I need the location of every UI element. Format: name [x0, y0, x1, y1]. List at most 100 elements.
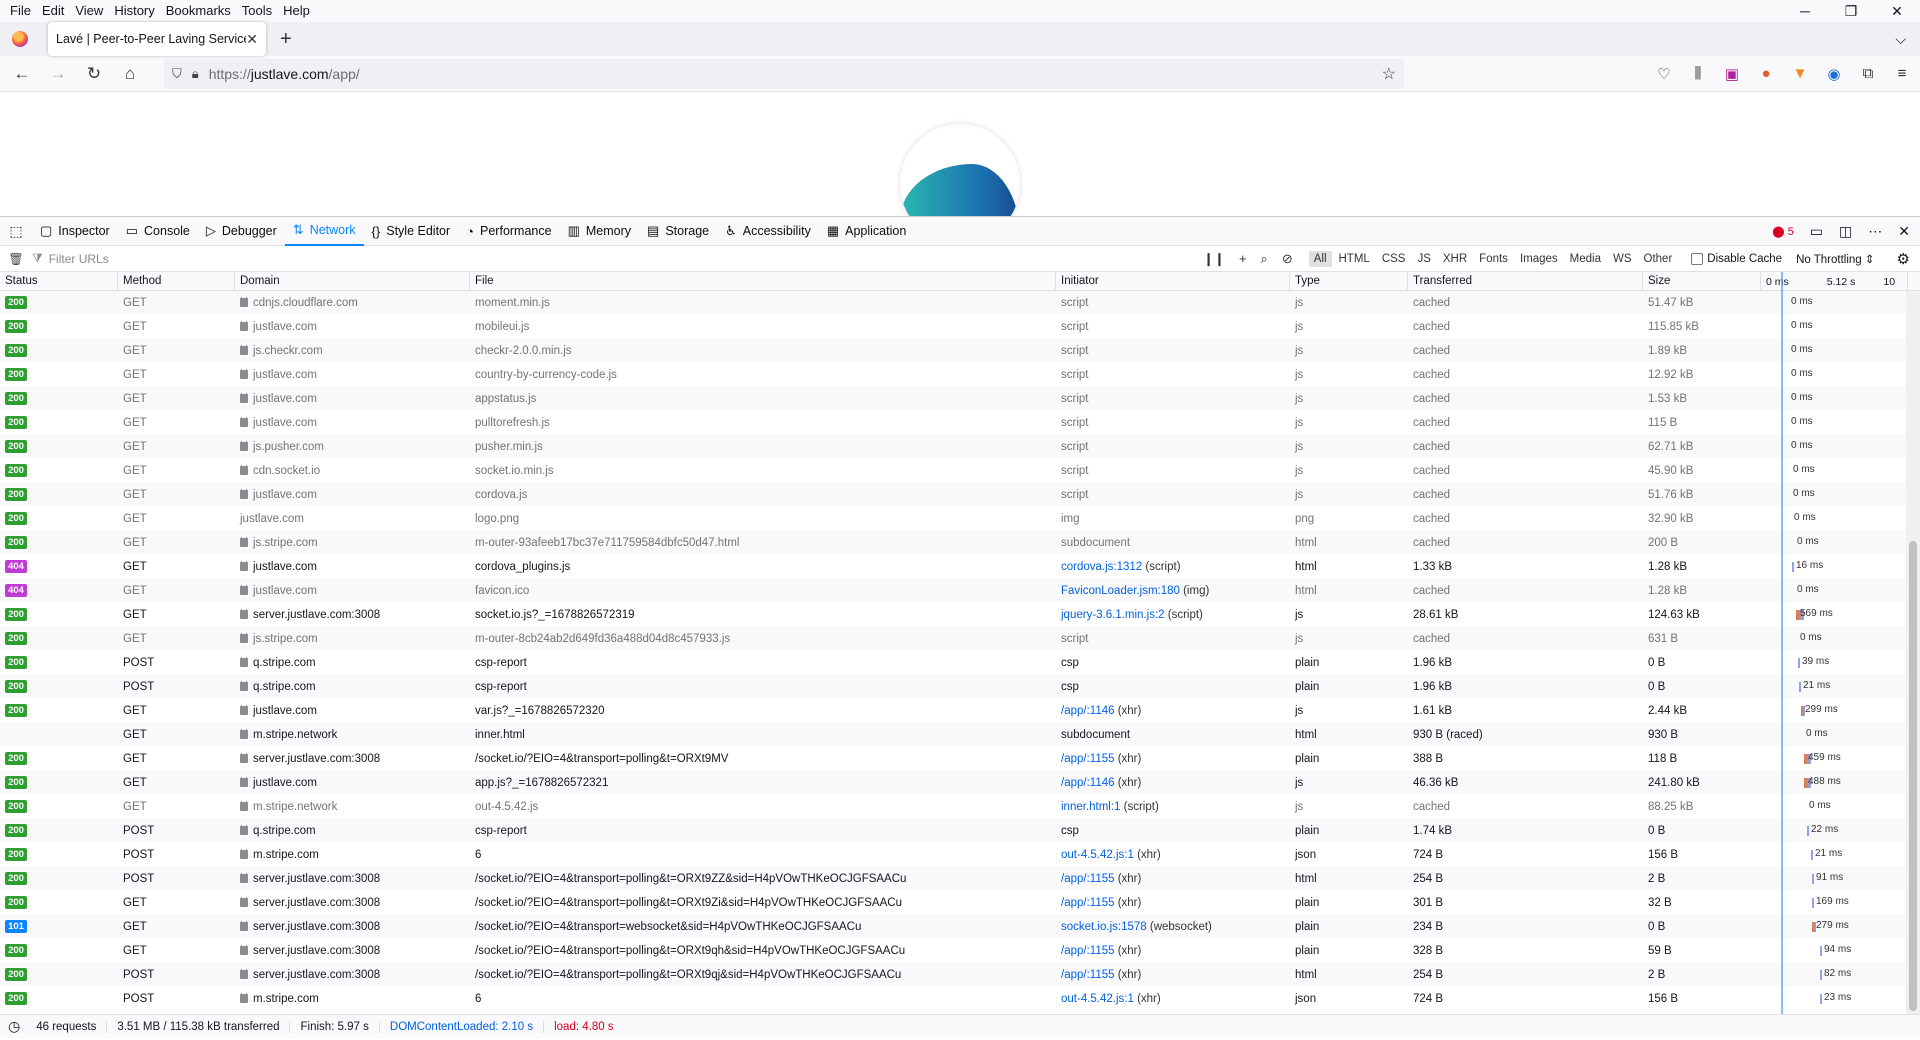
filter-css[interactable]: CSS: [1377, 251, 1411, 267]
restore-icon[interactable]: ❐: [1828, 3, 1874, 20]
lock-icon[interactable]: 🔒︎: [192, 66, 199, 82]
menu-bookmarks[interactable]: Bookmarks: [162, 1, 235, 21]
menu-view[interactable]: View: [71, 1, 107, 21]
reload-icon[interactable]: ↻: [80, 60, 108, 88]
close-window-icon[interactable]: ✕: [1874, 3, 1920, 20]
initiator-link[interactable]: socket.io.js:1578: [1061, 921, 1147, 933]
table-row[interactable]: 200 GET server.justlave.com:3008/socket.io…: [0, 747, 1920, 771]
dock-icon[interactable]: ◫: [1839, 223, 1852, 240]
tab-application[interactable]: ▦ Application: [819, 216, 914, 246]
filter-html[interactable]: HTML: [1334, 251, 1375, 267]
initiator-link[interactable]: /app/:1155: [1061, 753, 1115, 765]
tab-style-editor[interactable]: {} Style Editor: [364, 216, 459, 246]
menu-history[interactable]: History: [110, 1, 158, 21]
menu-help[interactable]: Help: [279, 1, 314, 21]
filter-xhr[interactable]: XHR: [1438, 251, 1472, 267]
table-row[interactable]: GET m.stripe.network inner.html subdocument…: [0, 723, 1920, 747]
filter-js[interactable]: JS: [1412, 251, 1435, 267]
table-row[interactable]: 200 POST q.stripe.com csp-report csp plain 1.7…: [0, 819, 1920, 843]
col-file[interactable]: File: [470, 272, 1056, 291]
firefox-icon[interactable]: [12, 31, 28, 47]
forward-icon[interactable]: →: [44, 60, 72, 88]
table-row[interactable]: 200 POST server.justlave.com:3008/socket.i…: [0, 963, 1920, 987]
chevron-down-icon[interactable]: ⌵: [1895, 31, 1906, 48]
initiator-link[interactable]: /app/:1155: [1061, 873, 1115, 885]
col-status[interactable]: Status: [0, 272, 118, 291]
more-options-icon[interactable]: ⋯: [1868, 223, 1882, 240]
filter-fonts[interactable]: Fonts: [1474, 251, 1513, 267]
extension-colorful-icon[interactable]: ▣: [1722, 65, 1742, 83]
table-row[interactable]: 200 POST q.stripe.com csp-report csp plain 1.9…: [0, 651, 1920, 675]
col-initiator[interactable]: Initiator: [1056, 272, 1290, 291]
bookmark-star-icon[interactable]: ☆: [1382, 64, 1396, 84]
extensions-icon[interactable]: ⧉: [1858, 65, 1878, 82]
table-row[interactable]: 200 GET justlave.com country-by-currency-co…: [0, 363, 1920, 387]
col-domain[interactable]: Domain: [235, 272, 470, 291]
shield-icon[interactable]: ⛉: [172, 66, 182, 82]
url-bar[interactable]: ⛉ 🔒︎ https://justlave.com/app/ ☆: [164, 58, 1404, 89]
initiator-link[interactable]: FaviconLoader.jsm:180: [1061, 585, 1180, 597]
table-row[interactable]: 200 GET justlave.com pulltorefresh.js script…: [0, 411, 1920, 435]
hamburger-menu-icon[interactable]: ≡: [1892, 65, 1912, 82]
table-row[interactable]: 200 GET m.stripe.network out-4.5.42.js inner…: [0, 795, 1920, 819]
filter-images[interactable]: Images: [1515, 251, 1563, 267]
gear-icon[interactable]: ⚙: [1897, 250, 1910, 268]
table-row[interactable]: 200 GET js.stripe.com m-outer-93afeeb17bc37…: [0, 531, 1920, 555]
add-block-icon[interactable]: +: [1239, 251, 1247, 267]
disable-cache-checkbox[interactable]: Disable Cache: [1691, 252, 1782, 265]
col-method[interactable]: Method: [118, 272, 235, 291]
url-text[interactable]: https://justlave.com/app/: [209, 66, 1382, 82]
table-row[interactable]: 200 GET justlave.com appstatus.js script js ca…: [0, 387, 1920, 411]
menu-tools[interactable]: Tools: [238, 1, 276, 21]
close-devtools-icon[interactable]: ✕: [1898, 223, 1910, 240]
throttling-select[interactable]: No Throttling ⇕: [1796, 252, 1874, 266]
menu-file[interactable]: File: [6, 1, 35, 21]
initiator-link[interactable]: inner.html:1: [1061, 801, 1120, 813]
tab-performance[interactable]: ◔ Performance: [458, 216, 559, 246]
split-console-icon[interactable]: ▭: [1810, 223, 1823, 240]
home-icon[interactable]: ⌂: [116, 60, 144, 88]
element-picker-icon[interactable]: ⬚: [0, 223, 32, 240]
library-icon[interactable]: ⫼: [1688, 65, 1708, 82]
table-row[interactable]: 200 GET cdnjs.cloudflare.com moment.min.js s…: [0, 291, 1920, 315]
table-row[interactable]: 200 POST q.stripe.com csp-report csp plain 1.9…: [0, 675, 1920, 699]
col-waterfall[interactable]: 0 ms 5.12 s 10: [1761, 272, 1908, 291]
initiator-link[interactable]: jquery-3.6.1.min.js:2: [1061, 609, 1165, 621]
browser-tab[interactable]: Lavé | Peer-to-Peer Laving Service ✕: [48, 22, 266, 56]
tab-inspector[interactable]: ▢ Inspector: [32, 216, 118, 246]
tab-close-icon[interactable]: ✕: [246, 31, 258, 48]
table-row[interactable]: 200 POST server.justlave.com:3008/socket.i…: [0, 867, 1920, 891]
vertical-scrollbar[interactable]: [1906, 291, 1920, 1014]
minimize-icon[interactable]: ─: [1782, 3, 1828, 20]
menu-edit[interactable]: Edit: [38, 1, 68, 21]
block-icon[interactable]: ⊘: [1282, 251, 1293, 267]
filter-all[interactable]: All: [1308, 250, 1332, 267]
scrollbar-thumb[interactable]: [1909, 541, 1917, 1011]
initiator-link[interactable]: out-4.5.42.js:1: [1061, 993, 1134, 1005]
col-type[interactable]: Type: [1290, 272, 1408, 291]
col-size[interactable]: Size: [1643, 272, 1761, 291]
filter-media[interactable]: Media: [1565, 251, 1606, 267]
initiator-link[interactable]: /app/:1155: [1061, 969, 1115, 981]
tab-accessibility[interactable]: ♿︎ Accessibility: [717, 216, 819, 246]
pause-icon[interactable]: ❙❙: [1203, 251, 1225, 267]
performance-analysis-icon[interactable]: ◷: [8, 1018, 20, 1035]
new-tab-icon[interactable]: +: [280, 28, 292, 51]
tab-memory[interactable]: ▥ Memory: [560, 216, 639, 246]
duckduckgo-icon[interactable]: ●: [1756, 65, 1776, 82]
trash-icon[interactable]: 🗑︎: [0, 252, 32, 266]
initiator-link[interactable]: /app/:1155: [1061, 945, 1115, 957]
tab-console[interactable]: ▭ Console: [118, 216, 198, 246]
table-row[interactable]: 101 GET server.justlave.com:3008/socket.io…: [0, 915, 1920, 939]
table-row[interactable]: 200 GET server.justlave.com:3008/socket.io…: [0, 891, 1920, 915]
table-row[interactable]: 200 GET justlave.com mobileui.js script js cac…: [0, 315, 1920, 339]
table-row[interactable]: 200 GET js.stripe.com m-outer-8cb24ab2d649f…: [0, 627, 1920, 651]
extension-orange-icon[interactable]: ▼: [1790, 65, 1810, 82]
initiator-link[interactable]: /app/:1146: [1061, 705, 1115, 717]
table-row[interactable]: 200 GET justlave.com logo.png img png cached 32…: [0, 507, 1920, 531]
table-row[interactable]: 200 POST m.stripe.com 6 out-4.5.42.js:1 (xhr…: [0, 843, 1920, 867]
table-row[interactable]: 200 GET justlave.com app.js?_=1678826572321…: [0, 771, 1920, 795]
initiator-link[interactable]: /app/:1155: [1061, 897, 1115, 909]
table-row[interactable]: 200 GET justlave.com var.js?_=1678826572320…: [0, 699, 1920, 723]
table-row[interactable]: 404 GET justlave.com cordova_plugins.js cord…: [0, 555, 1920, 579]
